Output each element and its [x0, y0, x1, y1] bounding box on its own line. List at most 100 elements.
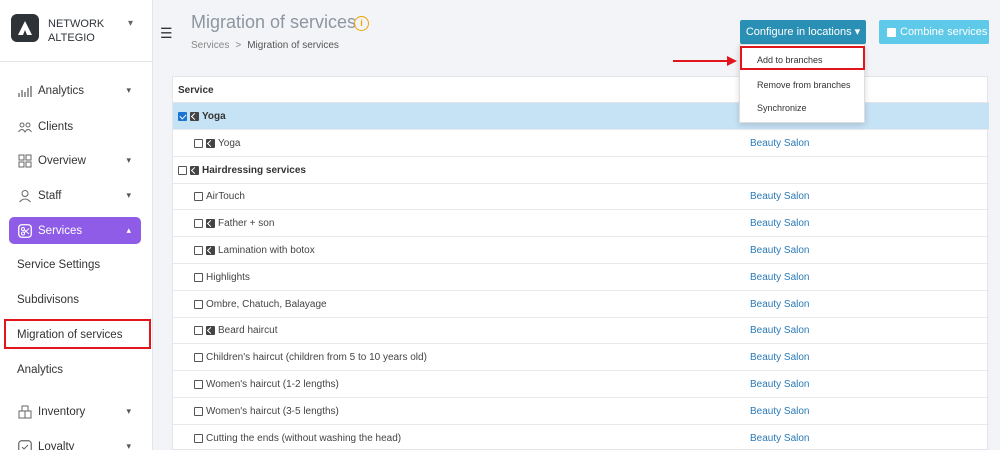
service-name: Hairdressing services — [202, 164, 306, 176]
service-cell: Ombre, Chatuch, Balayage — [194, 299, 327, 310]
breadcrumb-current: Migration of services — [247, 40, 339, 51]
table-group-row[interactable]: Yoga — [173, 103, 989, 130]
brand-line-2: ALTEGIO — [48, 32, 95, 44]
branch-link[interactable]: Beauty Salon — [750, 299, 810, 310]
service-cell: Yoga — [178, 111, 226, 122]
row-checkbox[interactable] — [194, 380, 203, 389]
service-cell: Cutting the ends (without washing the he… — [194, 433, 401, 444]
chevron-down-icon: ▾ — [126, 85, 131, 95]
branch-link[interactable]: Beauty Salon — [750, 191, 810, 202]
chevron-up-icon: ▴ — [126, 225, 131, 235]
row-checkbox[interactable] — [178, 165, 187, 175]
service-name: Children's haircut (children from 5 to 1… — [206, 352, 427, 364]
table-row[interactable]: Lamination with botox Beauty Salon — [173, 237, 989, 264]
page-title: Migration of services — [191, 12, 357, 32]
service-name: Women's haircut (1-2 lengths) — [206, 379, 339, 390]
branch-link[interactable]: Beauty Salon — [750, 245, 810, 256]
service-name: Father + son — [218, 218, 275, 230]
sidebar-item-loyalty[interactable]: Loyalty ▾ — [9, 433, 141, 450]
sidebar-item-clients[interactable]: Clients — [9, 113, 141, 140]
chevron-down-icon: ▾ — [126, 190, 131, 200]
shared-service-icon — [190, 165, 199, 175]
chevron-down-icon: ▾ — [128, 18, 134, 29]
annotation-arrow-line — [673, 60, 729, 62]
table-row[interactable]: AirTouch Beauty Salon — [173, 183, 989, 211]
table-row[interactable]: Yoga Beauty Salon — [173, 130, 989, 157]
loyalty-icon — [18, 439, 32, 450]
row-checkbox[interactable] — [194, 326, 203, 336]
chevron-down-icon: ▾ — [126, 406, 131, 416]
branch-link[interactable]: Beauty Salon — [750, 433, 810, 444]
sidebar-item-staff[interactable]: Staff ▾ — [9, 182, 141, 209]
info-icon[interactable]: i — [354, 16, 369, 31]
table-row[interactable]: Cutting the ends (without washing the he… — [173, 425, 989, 450]
staff-icon — [18, 189, 32, 203]
brand-switcher[interactable]: NETWORK ALTEGIO ▾ — [0, 0, 153, 62]
service-name: AirTouch — [206, 191, 245, 203]
sidebar-item-label: Services — [38, 224, 83, 237]
analytics-icon — [18, 84, 32, 98]
table-group-row[interactable]: Hairdressing services — [173, 157, 989, 184]
breadcrumb-link-services[interactable]: Services — [191, 40, 229, 51]
branch-link[interactable]: Beauty Salon — [750, 272, 810, 283]
service-cell: Yoga — [194, 138, 240, 149]
service-cell: Women's haircut (1-2 lengths) — [194, 379, 339, 390]
table-row[interactable]: Father + son Beauty Salon — [173, 210, 989, 238]
branch-link[interactable]: Beauty Salon — [750, 325, 810, 336]
service-name: Highlights — [206, 271, 250, 283]
overview-icon — [18, 154, 32, 168]
row-checkbox[interactable] — [194, 353, 203, 363]
inventory-icon — [18, 405, 32, 419]
table-row[interactable]: Women's haircut (3-5 lengths) Beauty Salo… — [173, 398, 989, 425]
service-cell: Lamination with botox — [194, 245, 315, 256]
shared-service-icon — [206, 219, 215, 229]
service-cell: Father + son — [194, 218, 274, 229]
row-checkbox[interactable] — [194, 433, 203, 443]
sidebar: NETWORK ALTEGIO ▾ Analytics ▾ Clients Ov… — [0, 0, 153, 450]
table-row[interactable]: Women's haircut (1-2 lengths) Beauty Salo… — [173, 371, 989, 398]
services-table: Service Yoga Yoga Beauty Salon Hairdressing… — [172, 76, 989, 450]
branch-link[interactable]: Beauty Salon — [750, 406, 810, 417]
sidebar-item-overview[interactable]: Overview ▾ — [9, 147, 141, 174]
row-checkbox[interactable] — [194, 219, 203, 229]
branch-link[interactable]: Beauty Salon — [750, 138, 810, 149]
sidebar-subitem-subdivisons[interactable]: Subdivisons — [17, 294, 79, 306]
table-header: Service — [173, 77, 989, 103]
combine-services-button[interactable]: Combine services — [879, 20, 989, 44]
menu-toggle-icon[interactable]: ☰ — [160, 25, 173, 42]
row-checkbox[interactable] — [194, 192, 203, 202]
service-cell: Highlights — [194, 272, 250, 283]
row-checkbox[interactable] — [194, 406, 203, 416]
service-name: Lamination with botox — [218, 245, 315, 256]
sidebar-item-inventory[interactable]: Inventory ▾ — [9, 398, 141, 425]
sidebar-subitem-analytics[interactable]: Analytics — [17, 364, 63, 376]
row-checkbox[interactable] — [194, 299, 203, 309]
menu-item-remove-from-branches[interactable]: Remove from branches — [757, 80, 851, 90]
table-row[interactable]: Highlights Beauty Salon — [173, 264, 989, 291]
row-checkbox[interactable] — [178, 112, 187, 121]
configure-in-locations-button[interactable]: Configure in locations ▾ — [740, 20, 866, 44]
row-checkbox[interactable] — [194, 272, 203, 282]
service-name: Cutting the ends (without washing the he… — [206, 432, 402, 444]
table-row[interactable]: Ombre, Chatuch, Balayage Beauty Salon — [173, 291, 989, 318]
table-row[interactable]: Beard haircut Beauty Salon — [173, 317, 989, 345]
branch-link[interactable]: Beauty Salon — [750, 352, 810, 363]
shared-service-icon — [206, 246, 215, 255]
service-name: Beard haircut — [218, 325, 278, 337]
column-header-service: Service — [178, 85, 214, 96]
breadcrumb: Services > Migration of services — [191, 40, 339, 51]
branch-link[interactable]: Beauty Salon — [750, 218, 810, 229]
row-checkbox[interactable] — [194, 138, 203, 148]
services-icon — [18, 223, 32, 238]
branch-link[interactable]: Beauty Salon — [750, 379, 810, 390]
shared-service-icon — [206, 138, 215, 148]
menu-item-synchronize[interactable]: Synchronize — [757, 103, 807, 113]
sidebar-item-analytics[interactable]: Analytics ▾ — [9, 77, 141, 104]
sidebar-subitem-service-settings[interactable]: Service Settings — [17, 259, 100, 271]
service-cell: Beard haircut — [194, 325, 277, 336]
sidebar-item-services[interactable]: Services ▴ — [9, 217, 141, 244]
combine-services-label: Combine services — [900, 26, 988, 38]
table-row[interactable]: Children's haircut (children from 5 to 1… — [173, 344, 989, 372]
service-cell: Hairdressing services — [178, 165, 306, 176]
row-checkbox[interactable] — [194, 246, 203, 255]
